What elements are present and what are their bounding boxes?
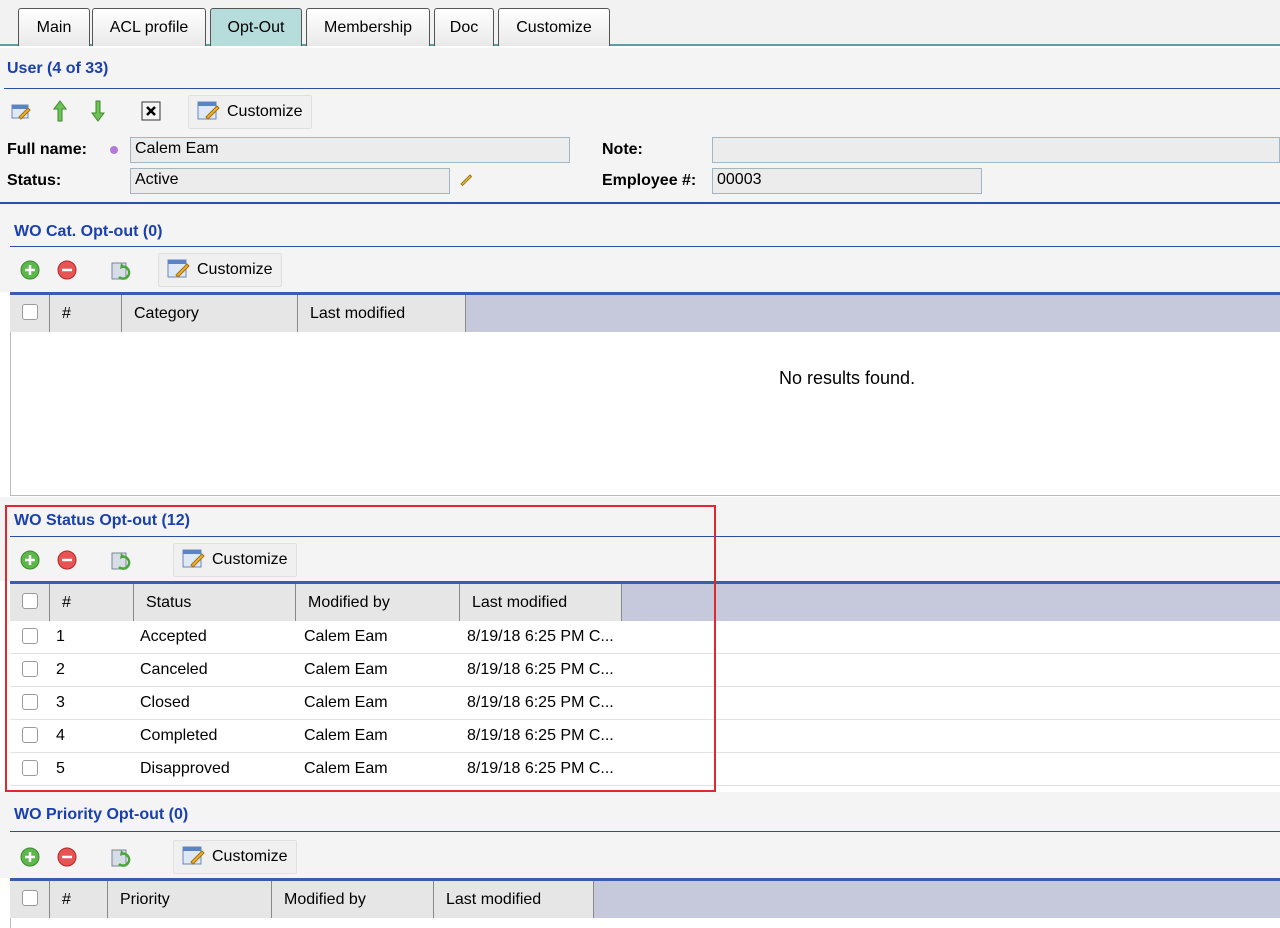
customize-label: Customize [212, 848, 288, 865]
remove-icon[interactable] [56, 846, 78, 868]
col-modified-by[interactable]: Modified by [272, 881, 434, 918]
status-label: Status: [7, 172, 62, 189]
col-priority[interactable]: Priority [108, 881, 272, 918]
tab-doc[interactable]: Doc [434, 8, 494, 46]
remove-icon[interactable] [56, 259, 78, 281]
full-name-label: Full name: [7, 141, 88, 158]
customize-label: Customize [197, 261, 273, 278]
priority-customize-button[interactable]: Customize [173, 840, 297, 874]
refresh-icon[interactable] [108, 844, 136, 870]
col-number[interactable]: # [50, 295, 122, 332]
select-all-cell [10, 881, 50, 918]
employee-label: Employee #: [602, 172, 697, 189]
col-last-modified[interactable]: Last modified [298, 295, 466, 332]
tab-customize[interactable]: Customize [498, 8, 610, 46]
arrow-down-icon[interactable] [88, 98, 108, 124]
employee-field[interactable]: 00003 [712, 168, 982, 194]
cat-title-rule [10, 246, 1280, 247]
col-number[interactable]: # [50, 881, 108, 918]
note-label: Note: [602, 141, 643, 158]
select-all-cell [10, 295, 50, 332]
note-field[interactable] [712, 137, 1280, 163]
pencil-icon[interactable] [458, 171, 474, 187]
tab-opt-out[interactable]: Opt-Out [210, 8, 302, 46]
customize-icon [197, 99, 221, 126]
record-customize-button[interactable]: Customize [188, 95, 312, 129]
highlight-box [5, 505, 716, 792]
arrow-up-icon[interactable] [50, 98, 70, 124]
cat-section-title: WO Cat. Opt-out (0) [14, 223, 163, 240]
cat-grid-body: No results found. [10, 332, 1280, 496]
record-title: User (4 of 33) [7, 60, 109, 77]
tab-membership[interactable]: Membership [306, 8, 430, 46]
priority-grid-header: # Priority Modified by Last modified [10, 878, 1280, 918]
tab-acl-profile[interactable]: ACL profile [92, 8, 206, 46]
required-dot-icon [108, 144, 120, 156]
tab-bar: Main ACL profile Opt-Out Membership Doc … [0, 0, 1280, 46]
col-last-modified[interactable]: Last modified [434, 881, 594, 918]
status-field[interactable]: Active [130, 168, 450, 194]
add-icon[interactable] [19, 259, 41, 281]
col-category[interactable]: Category [122, 295, 298, 332]
record-title-rule [4, 88, 1280, 89]
select-all-checkbox[interactable] [22, 890, 38, 906]
cat-grid-header: # Category Last modified [10, 292, 1280, 332]
customize-icon [167, 257, 191, 284]
customize-label: Customize [227, 103, 303, 120]
empty-message: No results found. [779, 368, 916, 388]
close-record-icon[interactable] [140, 100, 162, 122]
priority-section-title: WO Priority Opt-out (0) [14, 806, 189, 823]
edit-icon[interactable] [10, 100, 32, 122]
add-icon[interactable] [19, 846, 41, 868]
refresh-icon[interactable] [108, 257, 136, 283]
customize-icon [182, 844, 206, 871]
tab-main[interactable]: Main [18, 8, 90, 46]
priority-grid-body [10, 918, 1280, 928]
priority-title-rule [10, 831, 1280, 832]
full-name-field[interactable]: Calem Eam [130, 137, 570, 163]
select-all-checkbox[interactable] [22, 304, 38, 320]
cat-customize-button[interactable]: Customize [158, 253, 282, 287]
